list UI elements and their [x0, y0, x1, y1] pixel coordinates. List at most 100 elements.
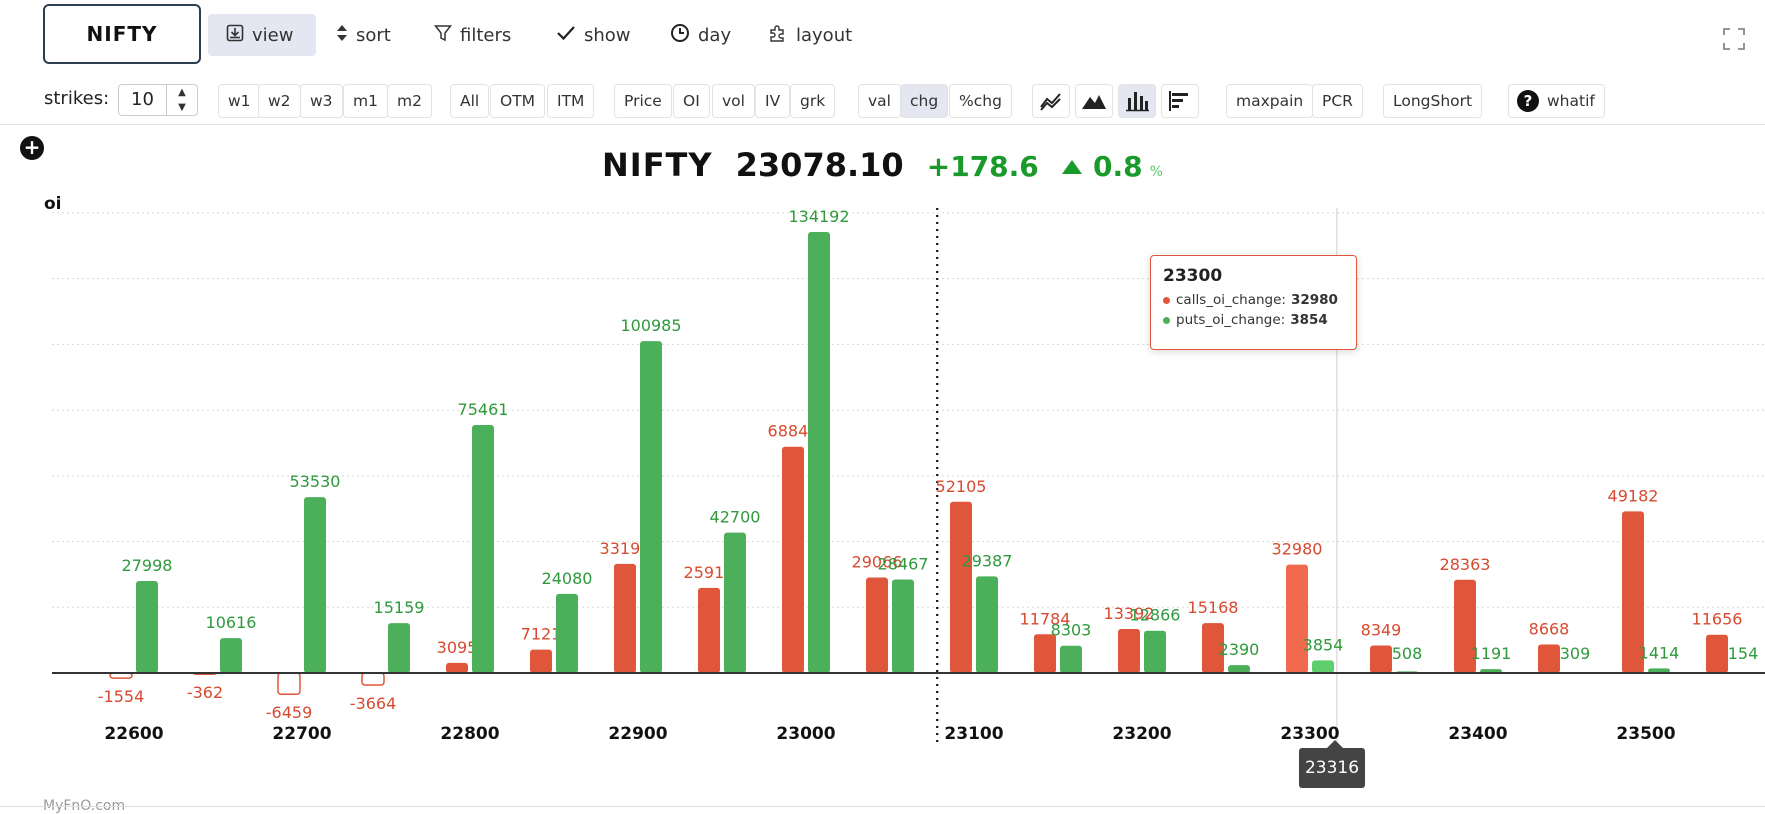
calls-data-label: 8668	[1529, 620, 1570, 639]
tooltip-puts-value: 3854	[1290, 312, 1328, 328]
symbol-selector[interactable]: NIFTY	[43, 4, 201, 64]
x-tick-label: 23500	[1616, 724, 1675, 744]
puts-bar	[1144, 630, 1166, 673]
metric-iv[interactable]: IV	[755, 84, 791, 118]
x-tick-label: 23100	[944, 724, 1003, 744]
strikes-stepper[interactable]: 10 ▲ ▼	[118, 84, 198, 116]
expiry-w3[interactable]: w3	[300, 84, 343, 118]
puzzle-icon	[768, 23, 788, 48]
tooltip-calls-value: 32980	[1290, 292, 1338, 308]
fullscreen-icon[interactable]	[1723, 28, 1745, 56]
metric-vol[interactable]: vol	[712, 84, 755, 118]
bar-chart-icon[interactable]	[1118, 84, 1156, 118]
puts-bar	[1228, 665, 1250, 673]
calls-bar	[1538, 644, 1560, 673]
filter-all[interactable]: All	[450, 84, 490, 118]
check-icon	[556, 24, 576, 47]
chevron-down-icon[interactable]: ▼	[167, 100, 197, 115]
price-header: NIFTY 23078.10 +178.6 0.8 %	[0, 146, 1765, 186]
tooltip-row-calls: calls_oi_change: 32980	[1163, 290, 1344, 310]
puts-bar	[556, 593, 578, 673]
calls-bar	[1034, 634, 1056, 673]
expiry-w1[interactable]: w1	[218, 84, 261, 118]
oi-change-chart[interactable]: -1554 27998 -362 10616 -6459 53530 -3664 15159 3…	[0, 200, 1765, 760]
area-chart-icon[interactable]	[1075, 84, 1113, 118]
puts-data-label: 508	[1392, 644, 1423, 663]
calls-bar	[1118, 628, 1140, 673]
sort-menu-button[interactable]: sort	[336, 14, 391, 56]
puts-bar	[472, 425, 494, 673]
puts-data-label: 100985	[620, 316, 681, 335]
puts-bar	[220, 638, 242, 673]
header-change: +178.6	[926, 150, 1039, 183]
calls-data-label: 52105	[936, 477, 987, 496]
mode-val[interactable]: val	[858, 84, 901, 118]
strikes-label: strikes:	[44, 88, 110, 109]
top-bar: NIFTY view sort filters show day layout	[0, 0, 1765, 70]
layout-menu-button[interactable]: layout	[768, 14, 852, 56]
expiry-w2[interactable]: w2	[258, 84, 301, 118]
mode-chg[interactable]: chg	[900, 84, 949, 118]
horizontal-bar-icon[interactable]	[1161, 84, 1199, 118]
filter-otm[interactable]: OTM	[490, 84, 546, 118]
calls-data-label: 15168	[1188, 598, 1239, 617]
pcr-button[interactable]: PCR	[1312, 84, 1363, 118]
puts-bar	[640, 341, 662, 673]
chevron-up-icon[interactable]: ▲	[167, 85, 197, 100]
maxpain-button[interactable]: maxpain	[1226, 84, 1314, 118]
sort-icon	[336, 24, 348, 47]
calls-data-label: 28363	[1440, 555, 1491, 574]
tooltip-calls-name: calls_oi_change:	[1176, 292, 1286, 308]
chart-tooltip: 23300 calls_oi_change: 32980 puts_oi_cha…	[1150, 255, 1357, 350]
stepper-arrows[interactable]: ▲ ▼	[166, 85, 197, 115]
calls-bar	[614, 563, 636, 673]
calls-data-label: -3664	[350, 694, 397, 713]
calls-data-label: 49182	[1608, 486, 1659, 505]
x-tick-label: 23200	[1112, 724, 1171, 744]
metric-price[interactable]: Price	[614, 84, 672, 118]
puts-data-label: 10616	[206, 613, 257, 632]
filter-itm[interactable]: ITM	[547, 84, 595, 118]
tooltip-puts-name: puts_oi_change:	[1176, 312, 1286, 328]
tooltip-title: 23300	[1163, 266, 1223, 286]
calls-dot-icon	[1163, 296, 1170, 304]
expiry-m1[interactable]: m1	[343, 84, 388, 118]
puts-bar	[136, 580, 158, 673]
x-hover-label: 23316	[1299, 740, 1365, 788]
controls-toolbar: strikes: 10 ▲ ▼ w1 w2 w3 m1 m2 All OTM I…	[0, 78, 1765, 125]
show-menu-button[interactable]: show	[556, 14, 631, 56]
mode-pct-chg[interactable]: %chg	[949, 84, 1012, 118]
puts-data-label: 154	[1728, 644, 1759, 663]
calls-data-label: 11656	[1692, 610, 1743, 629]
footer-divider	[0, 806, 1765, 807]
puts-bar	[304, 497, 326, 673]
line-chart-icon[interactable]	[1032, 84, 1070, 118]
metric-oi[interactable]: OI	[673, 84, 710, 118]
puts-data-label: 27998	[122, 556, 173, 575]
filter-icon	[433, 24, 453, 47]
puts-data-label: 29387	[962, 551, 1013, 570]
x-tick-label: 22600	[104, 724, 163, 744]
puts-bar	[1060, 645, 1082, 673]
puts-data-label: 309	[1560, 644, 1591, 663]
puts-data-label: 15159	[374, 598, 425, 617]
expiry-m2[interactable]: m2	[387, 84, 432, 118]
calls-data-label: -1554	[98, 687, 145, 706]
puts-bar	[976, 576, 998, 673]
view-menu-button[interactable]: view	[208, 14, 316, 56]
x-tick-label: 23000	[776, 724, 835, 744]
clock-icon	[670, 23, 690, 48]
puts-bar	[388, 623, 410, 673]
puts-data-label: 134192	[788, 207, 849, 226]
whatif-button[interactable]: ? whatif	[1508, 84, 1605, 118]
metric-greeks[interactable]: grk	[790, 84, 836, 118]
calls-bar-negative	[361, 672, 385, 686]
calls-data-label: 7121	[521, 625, 562, 644]
longshort-button[interactable]: LongShort	[1383, 84, 1483, 118]
puts-data-label: 28467	[878, 554, 929, 573]
calls-bar	[1706, 634, 1728, 673]
calls-bar	[782, 446, 804, 673]
calls-bar	[446, 662, 468, 673]
filters-menu-button[interactable]: filters	[433, 14, 511, 56]
day-menu-button[interactable]: day	[670, 14, 731, 56]
